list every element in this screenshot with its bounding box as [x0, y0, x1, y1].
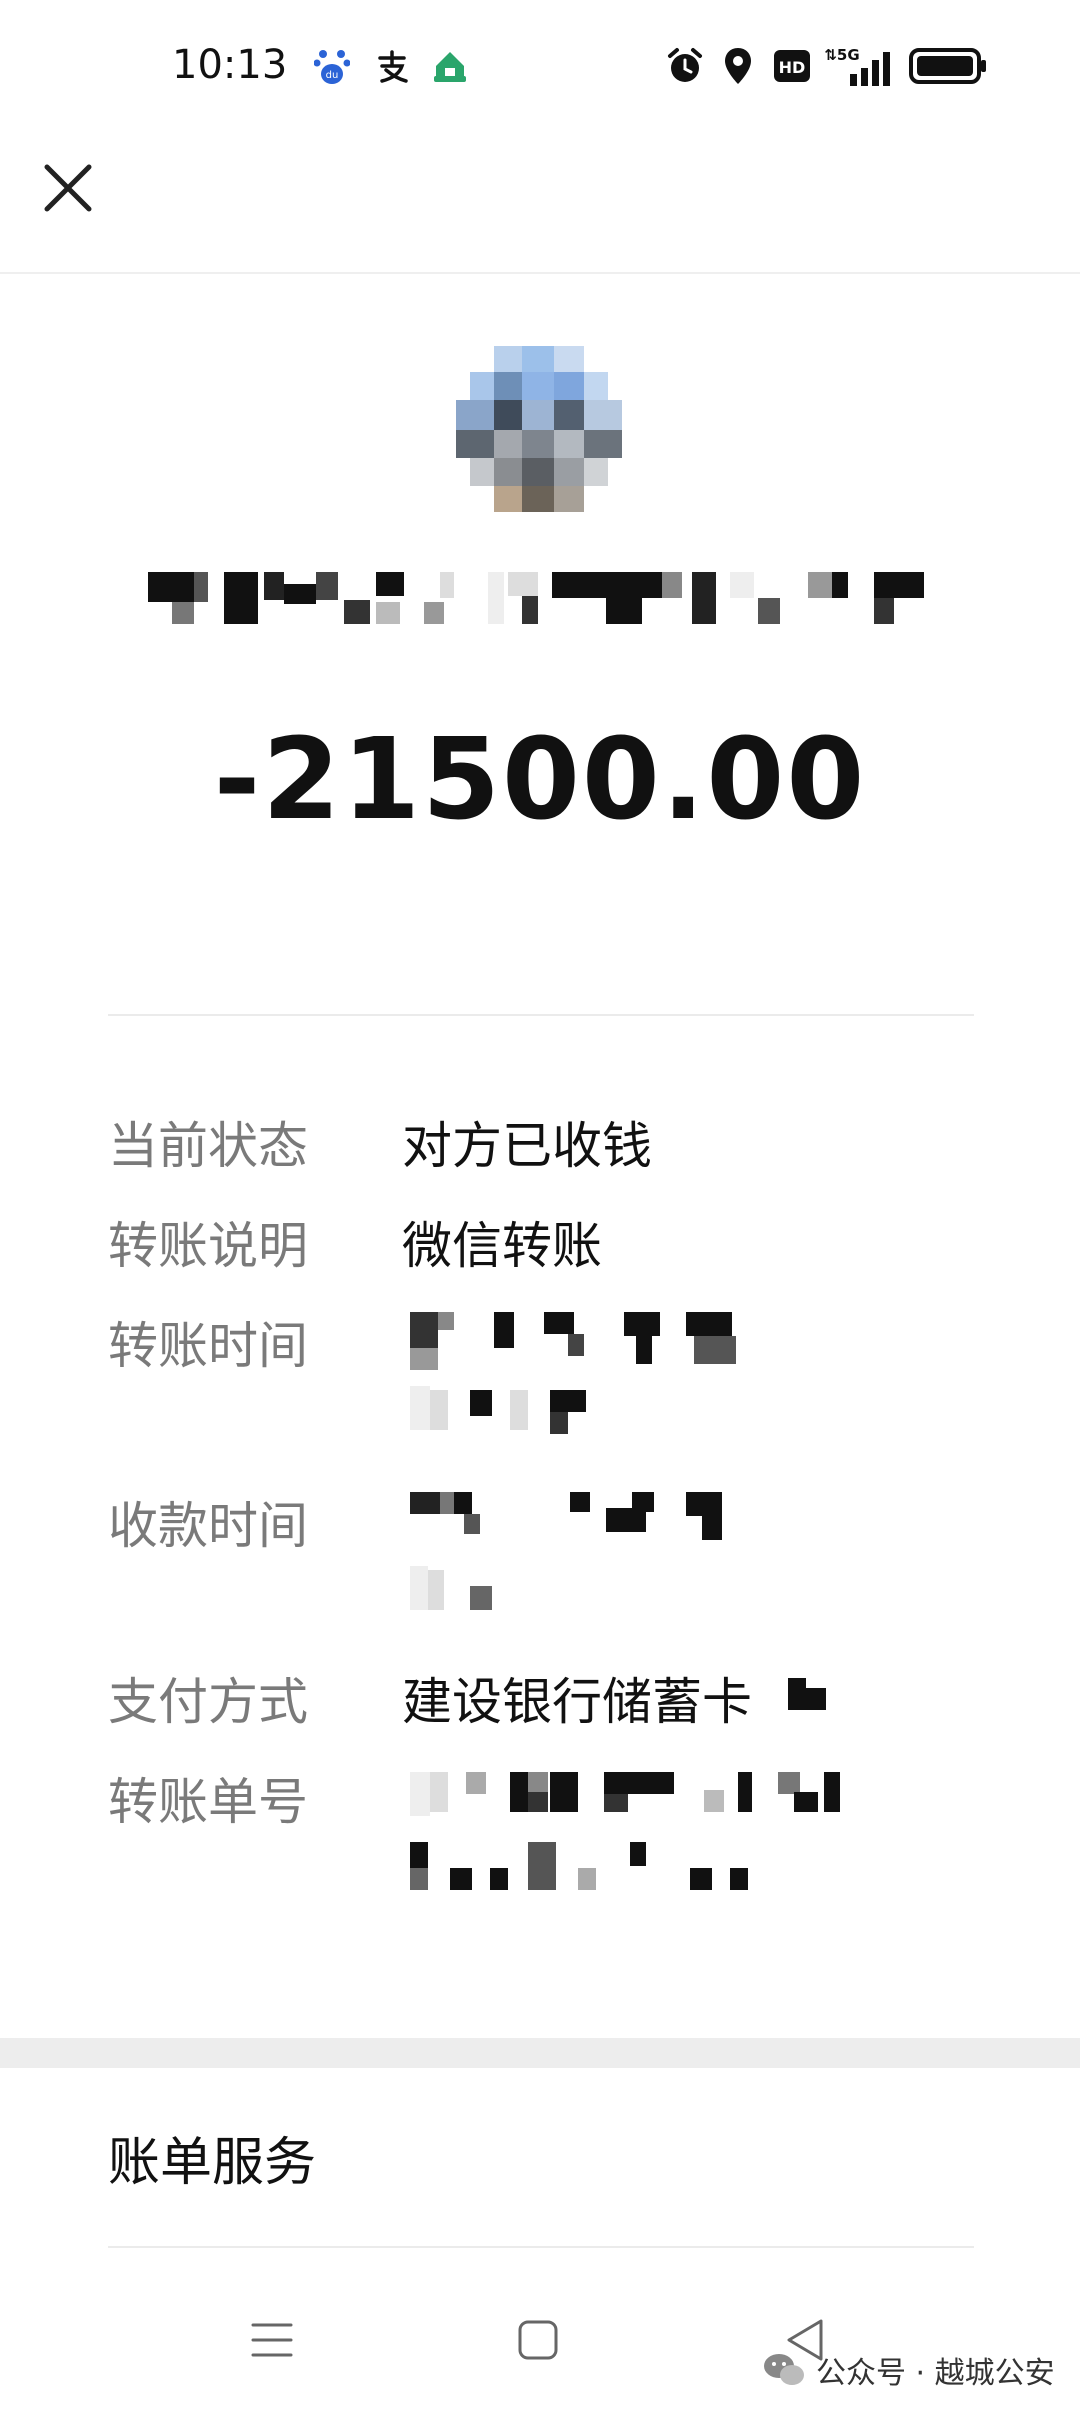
section-gap	[0, 2038, 1080, 2068]
detail-label-transfer-number: 转账单号	[108, 1773, 308, 1831]
status-time: 10:13	[172, 42, 288, 88]
wechat-icon	[764, 2354, 804, 2385]
square-home-icon	[518, 2320, 558, 2360]
amount-divider	[108, 1014, 974, 1016]
watermark: 公众号 · 越城公安	[762, 2340, 1055, 2400]
card-tail-redacted	[788, 1678, 826, 1710]
transfer-time-redacted	[410, 1312, 736, 1434]
alarm-icon	[664, 44, 706, 88]
bill-service-divider	[108, 2246, 974, 2248]
detail-label-status: 当前状态	[108, 1117, 308, 1175]
detail-value-status: 对方已收钱	[402, 1117, 652, 1175]
payee-name-redacted	[148, 572, 924, 624]
detail-label-transfer-time: 转账时间	[108, 1317, 308, 1375]
transaction-amount: -21500.00	[213, 715, 867, 845]
close-button[interactable]	[28, 148, 108, 228]
header-divider	[0, 272, 1080, 274]
bill-service-item[interactable]: 账单服务	[108, 2120, 316, 2195]
5g-signal-icon: ⇅5G	[822, 44, 894, 88]
alipay-app-icon	[372, 44, 412, 88]
detail-label-receive-time: 收款时间	[108, 1497, 308, 1555]
battery-icon	[908, 44, 988, 88]
detail-value-payment-method: 建设银行储蓄卡	[402, 1673, 752, 1731]
detail-label-payment-method: 支付方式	[108, 1673, 308, 1731]
svg-text:du: du	[326, 70, 339, 81]
menu-icon	[251, 2323, 293, 2357]
nav-recents-button[interactable]	[232, 2300, 312, 2380]
detail-label-note: 转账说明	[108, 1217, 308, 1275]
baidu-app-icon: du	[312, 44, 352, 88]
detail-value-note: 微信转账	[402, 1217, 602, 1275]
svg-text:HD: HD	[779, 58, 806, 77]
nav-home-button[interactable]	[498, 2300, 578, 2380]
watermark-text: 公众号 · 越城公安	[816, 2356, 1055, 2391]
payee-avatar	[456, 346, 622, 512]
svg-text:⇅5G: ⇅5G	[824, 46, 859, 64]
hd-voice-icon: HD	[772, 44, 812, 88]
receive-time-redacted	[410, 1492, 722, 1610]
close-icon	[44, 164, 92, 212]
transfer-number-redacted	[410, 1772, 840, 1890]
home-app-icon	[428, 44, 472, 88]
location-icon	[720, 44, 756, 88]
